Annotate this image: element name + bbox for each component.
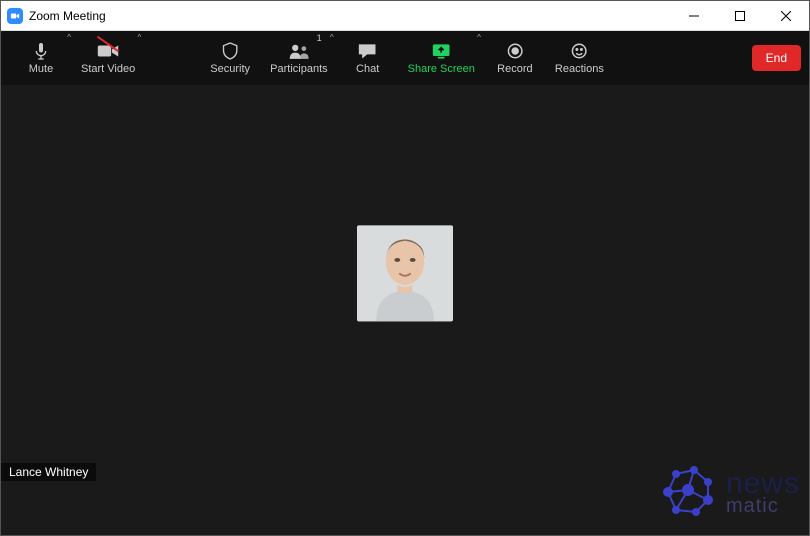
zoom-app-icon [7,8,23,24]
reactions-button[interactable]: Reactions [547,31,612,85]
zoom-window: Zoom Meeting Lance Whitney [0,0,810,536]
record-icon [506,41,524,61]
shield-icon [222,41,238,61]
start-video-button[interactable]: ^ Start Video [73,31,143,85]
minimize-button[interactable] [671,1,717,31]
share-screen-icon [431,41,451,61]
window-title: Zoom Meeting [29,9,106,23]
record-button[interactable]: Record [483,31,547,85]
participant-name-label: Lance Whitney [1,463,96,481]
chevron-up-icon[interactable]: ^ [67,33,71,42]
titlebar: Zoom Meeting [1,1,809,31]
mute-button[interactable]: ^ Mute [9,31,73,85]
close-button[interactable] [763,1,809,31]
chevron-up-icon[interactable]: ^ [137,33,141,42]
participant-avatar [357,225,453,321]
meeting-toolbar: ^ Mute ^ Start Video [1,31,809,85]
participants-button[interactable]: ^ 1 Participants [262,31,335,85]
chevron-up-icon[interactable]: ^ [330,33,334,42]
participants-icon [288,41,310,61]
share-screen-button[interactable]: ^ Share Screen [400,31,483,85]
security-button[interactable]: Security [198,31,262,85]
maximize-button[interactable] [717,1,763,31]
microphone-icon [33,41,49,61]
reactions-icon [570,41,588,61]
participants-count-badge: 1 [317,33,322,43]
chat-button[interactable]: Chat [336,31,400,85]
meeting-area: Lance Whitney ^ Mute ^ Start Video [1,31,809,535]
chat-icon [358,41,378,61]
chevron-up-icon[interactable]: ^ [477,33,481,42]
end-meeting-button[interactable]: End [752,45,801,71]
